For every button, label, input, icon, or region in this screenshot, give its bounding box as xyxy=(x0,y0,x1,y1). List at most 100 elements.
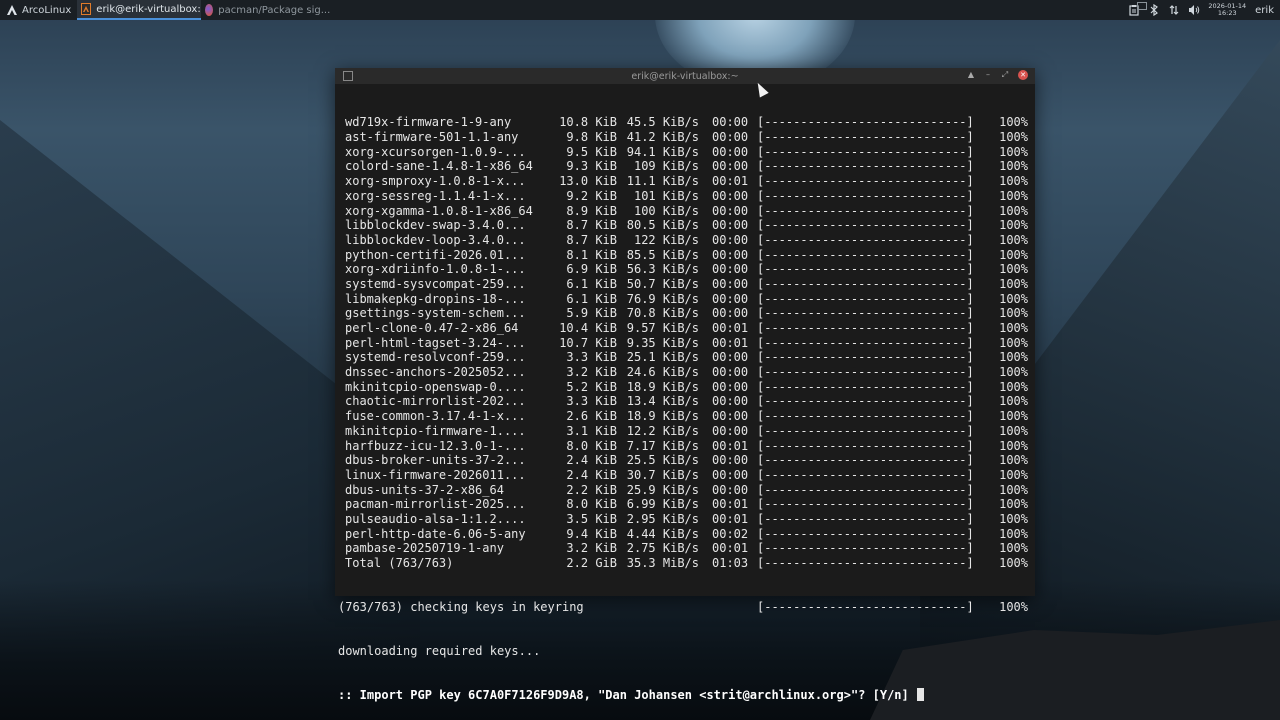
download-row: dbus-broker-units-37-2... 2.4 KiB 25.5 KiB… xyxy=(338,453,1035,468)
download-time: 00:01 xyxy=(712,438,749,453)
progress-percent: 100% xyxy=(999,556,1028,571)
minimize-icon[interactable]: – xyxy=(984,71,992,79)
network-icon[interactable] xyxy=(1168,4,1179,16)
terminal-window[interactable]: erik@erik-virtualbox:~ ▲ – ⤢ ✕ wd719x-fi… xyxy=(335,68,1035,702)
window-titlebar[interactable]: erik@erik-virtualbox:~ ▲ – ⤢ ✕ xyxy=(335,68,1035,84)
package-size: 8.7 KiB xyxy=(566,232,617,247)
package-name: fuse-common-3.17.4-1-x... xyxy=(345,409,526,424)
download-rate: 12.2 KiB/s xyxy=(626,423,699,438)
download-row: linux-firmware-2026011... 2.4 KiB 30.7 KiB… xyxy=(338,468,1035,483)
package-name: wd719x-firmware-1-9-any xyxy=(345,115,512,130)
progress-percent: 100% xyxy=(999,438,1028,453)
package-name: pambase-20250719-1-any xyxy=(345,541,504,556)
download-row: python-certifi-2026.01... 8.1 KiB 85.5 KiB… xyxy=(338,248,1035,263)
progress-percent: 100% xyxy=(999,511,1028,526)
package-size: 3.3 KiB xyxy=(566,350,617,365)
download-time: 00:00 xyxy=(712,159,749,174)
pgp-import-prompt[interactable]: :: Import PGP key 6C7A0F7126F9D9A8, "Dan… xyxy=(338,688,1035,703)
bluetooth-icon[interactable] xyxy=(1148,3,1159,17)
progress-bar: [----------------------------] xyxy=(757,276,974,291)
progress-bar: [----------------------------] xyxy=(757,541,974,556)
package-name: libblockdev-swap-3.4.0... xyxy=(345,218,526,233)
maximize-icon[interactable]: ⤢ xyxy=(1001,71,1009,79)
download-row: Total (763/763) 2.2 GiB 35.3 MiB/s 01:03 [--… xyxy=(338,556,1035,571)
progress-bar: [----------------------------] xyxy=(757,232,974,247)
package-size: 3.1 KiB xyxy=(566,423,617,438)
text-cursor xyxy=(916,688,924,702)
package-name: ast-firmware-501-1.1-any xyxy=(345,130,519,145)
progress-bar: [----------------------------] xyxy=(757,335,974,350)
package-name: pacman-mirrorlist-2025... xyxy=(345,497,526,512)
app-menu-button[interactable]: ArcoLinux xyxy=(0,0,77,20)
download-time: 00:00 xyxy=(712,188,749,203)
package-size: 9.5 KiB xyxy=(566,144,617,159)
progress-bar: [----------------------------] xyxy=(757,379,974,394)
download-rate: 122 KiB/s xyxy=(633,232,699,247)
progress-bar: [----------------------------] xyxy=(757,467,974,482)
package-name: colord-sane-1.4.8-1-x86_64 xyxy=(345,159,533,174)
download-rate: 45.5 KiB/s xyxy=(626,115,699,130)
progress-bar: [----------------------------] xyxy=(757,365,974,380)
progress-bar: [----------------------------] xyxy=(757,482,974,497)
window-controls: ▲ – ⤢ ✕ xyxy=(967,70,1028,80)
progress-percent: 100% xyxy=(999,130,1028,145)
download-rate: 41.2 KiB/s xyxy=(626,130,699,145)
firefox-icon xyxy=(205,4,214,16)
download-rate: 100 KiB/s xyxy=(633,203,699,218)
download-time: 00:00 xyxy=(712,291,749,306)
download-row: libblockdev-swap-3.4.0... 8.7 KiB 80.5 KiB… xyxy=(338,218,1035,233)
download-row: harfbuzz-icu-12.3.0-1-... 8.0 KiB 7.17 KiB… xyxy=(338,439,1035,454)
terminal-output[interactable]: wd719x-firmware-1-9-any 10.8 KiB 45.5 KiB/… xyxy=(335,84,1035,720)
volume-icon[interactable] xyxy=(1188,4,1200,16)
download-time: 00:00 xyxy=(712,453,749,468)
download-row: colord-sane-1.4.8-1-x86_64 9.3 KiB 109 KiB… xyxy=(338,159,1035,174)
progress-percent: 100% xyxy=(999,203,1028,218)
progress-bar: [----------------------------] xyxy=(757,306,974,321)
progress-bar: [----------------------------] xyxy=(757,409,974,424)
download-time: 00:00 xyxy=(712,394,749,409)
download-time: 00:00 xyxy=(712,423,749,438)
download-rate: 2.75 KiB/s xyxy=(626,541,699,556)
download-time: 00:00 xyxy=(712,130,749,145)
package-size: 10.7 KiB xyxy=(559,335,617,350)
progress-bar: [----------------------------] xyxy=(757,262,974,277)
package-name: dbus-units-37-2-x86_64 xyxy=(345,482,504,497)
clock[interactable]: 2026-01-14 16:23 xyxy=(1208,3,1246,17)
package-name: linux-firmware-2026011... xyxy=(345,467,526,482)
progress-bar: [----------------------------] xyxy=(757,394,974,409)
progress-percent: 100% xyxy=(999,335,1028,350)
download-rate: 7.17 KiB/s xyxy=(626,438,699,453)
package-size: 8.0 KiB xyxy=(566,497,617,512)
taskbar-item-terminal[interactable]: erik@erik-virtualbox:~ xyxy=(77,0,202,20)
package-name: xorg-xgamma-1.0.8-1-x86_64 xyxy=(345,203,533,218)
package-name: perl-http-date-6.06-5-any xyxy=(345,526,526,541)
package-size: 3.3 KiB xyxy=(566,394,617,409)
package-size: 2.2 GiB xyxy=(566,556,617,571)
download-row: systemd-sysvcompat-259... 6.1 KiB 50.7 KiB… xyxy=(338,277,1035,292)
progress-bar: [----------------------------] xyxy=(757,130,974,145)
download-time: 00:01 xyxy=(712,541,749,556)
progress-percent: 100% xyxy=(999,159,1028,174)
keys-progress-bar: [----------------------------] xyxy=(757,600,974,615)
close-icon[interactable]: ✕ xyxy=(1018,70,1028,80)
download-time: 00:00 xyxy=(712,218,749,233)
progress-bar: [----------------------------] xyxy=(757,526,974,541)
progress-percent: 100% xyxy=(999,467,1028,482)
progress-percent: 100% xyxy=(999,541,1028,556)
user-menu[interactable]: erik xyxy=(1255,5,1274,16)
download-rate: 4.44 KiB/s xyxy=(626,526,699,541)
package-name: dbus-broker-units-37-2... xyxy=(345,453,526,468)
window-title: erik@erik-virtualbox:~ xyxy=(631,70,739,82)
progress-percent: 100% xyxy=(999,115,1028,130)
progress-percent: 100% xyxy=(999,232,1028,247)
progress-percent: 100% xyxy=(999,218,1028,233)
download-time: 00:02 xyxy=(712,526,749,541)
keep-above-icon[interactable]: ▲ xyxy=(967,71,975,79)
taskbar-item-firefox[interactable]: pacman/Package sig... xyxy=(201,0,338,20)
progress-bar: [----------------------------] xyxy=(757,511,974,526)
package-name: libblockdev-loop-3.4.0... xyxy=(345,232,526,247)
progress-percent: 100% xyxy=(999,144,1028,159)
download-row: pulseaudio-alsa-1:1.2.... 3.5 KiB 2.95 KiB… xyxy=(338,512,1035,527)
window-list-icon[interactable] xyxy=(1137,2,1147,10)
download-rate: 70.8 KiB/s xyxy=(626,306,699,321)
